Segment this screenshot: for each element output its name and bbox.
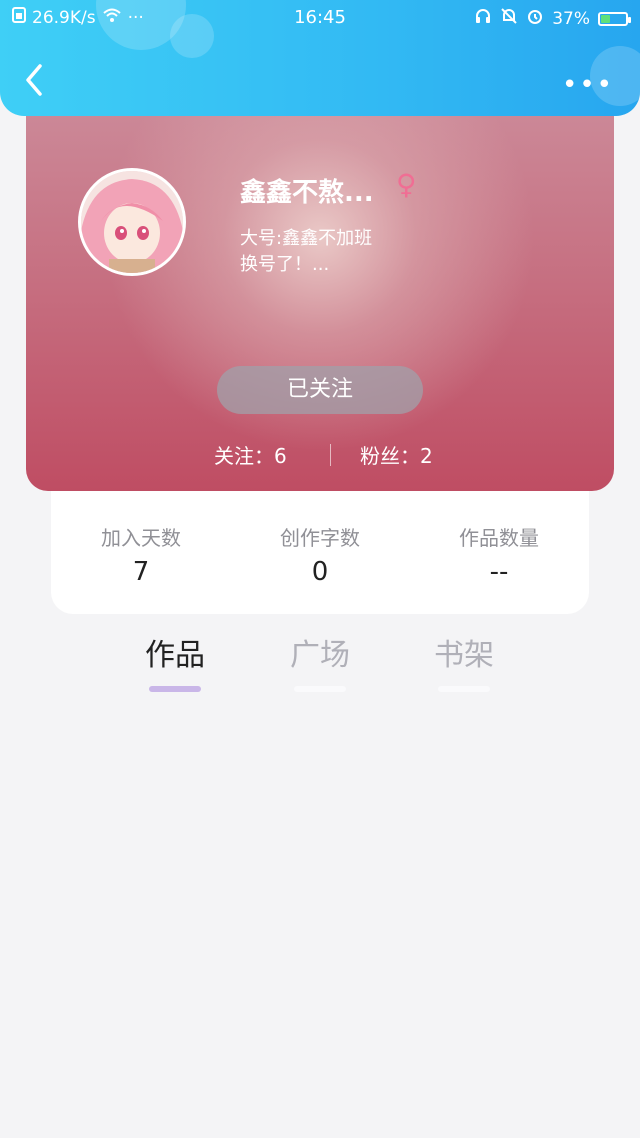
tab-label: 书架 — [434, 638, 494, 673]
more-button[interactable]: ••• — [562, 70, 614, 100]
status-bar: 26.9K/s ··· 16:45 37% — [0, 0, 640, 36]
profile-name: 鑫鑫不熬... — [240, 178, 374, 208]
tab-bookshelf[interactable]: 书架 — [404, 630, 524, 692]
tab-indicator — [149, 686, 201, 692]
divider — [330, 444, 331, 466]
tab-label: 作品 — [145, 638, 205, 673]
info-join-days: 加入天数 7 — [51, 522, 231, 587]
fans-count[interactable]: 粉丝：2 — [360, 440, 433, 469]
avatar[interactable] — [78, 168, 186, 276]
info-card: 加入天数 7 创作字数 0 作品数量 -- — [51, 490, 589, 614]
profile-bio: 大号:鑫鑫不加班 换号了！... — [240, 226, 440, 278]
battery-icon — [598, 11, 631, 26]
info-label: 加入天数 — [101, 526, 181, 550]
profile-card: 鑫鑫不熬... ♀ 大号:鑫鑫不加班 换号了！... 已关注 关注：6 粉丝：2 — [26, 100, 614, 491]
followed-button[interactable]: 已关注 — [217, 366, 423, 414]
info-value: 0 — [311, 557, 329, 587]
info-value: 7 — [132, 557, 150, 587]
info-label: 创作字数 — [280, 526, 360, 550]
top-header: 26.9K/s ··· 16:45 37% ••• — [0, 0, 640, 116]
battery-percent: 37% — [552, 8, 590, 29]
bio-line: 换号了！... — [240, 254, 330, 275]
headset-icon — [474, 7, 492, 30]
bell-off-icon — [500, 7, 518, 30]
alarm-icon — [526, 7, 544, 30]
female-icon: ♀ — [396, 168, 417, 201]
info-works-count: 作品数量 -- — [409, 522, 589, 587]
following-count[interactable]: 关注：6 — [214, 440, 287, 469]
tab-bar: 作品 广场 书架 — [0, 630, 640, 700]
tab-works[interactable]: 作品 — [115, 630, 235, 692]
avatar-image — [81, 171, 183, 273]
info-word-count: 创作字数 0 — [230, 522, 410, 587]
back-button[interactable] — [22, 62, 46, 98]
tab-indicator — [438, 686, 490, 692]
tab-indicator — [294, 686, 346, 692]
info-label: 作品数量 — [459, 526, 539, 550]
tab-label: 广场 — [290, 638, 350, 673]
bio-line: 大号:鑫鑫不加班 — [240, 228, 373, 249]
chevron-left-icon — [26, 64, 42, 96]
tab-square[interactable]: 广场 — [260, 630, 380, 692]
info-value: -- — [489, 557, 509, 587]
